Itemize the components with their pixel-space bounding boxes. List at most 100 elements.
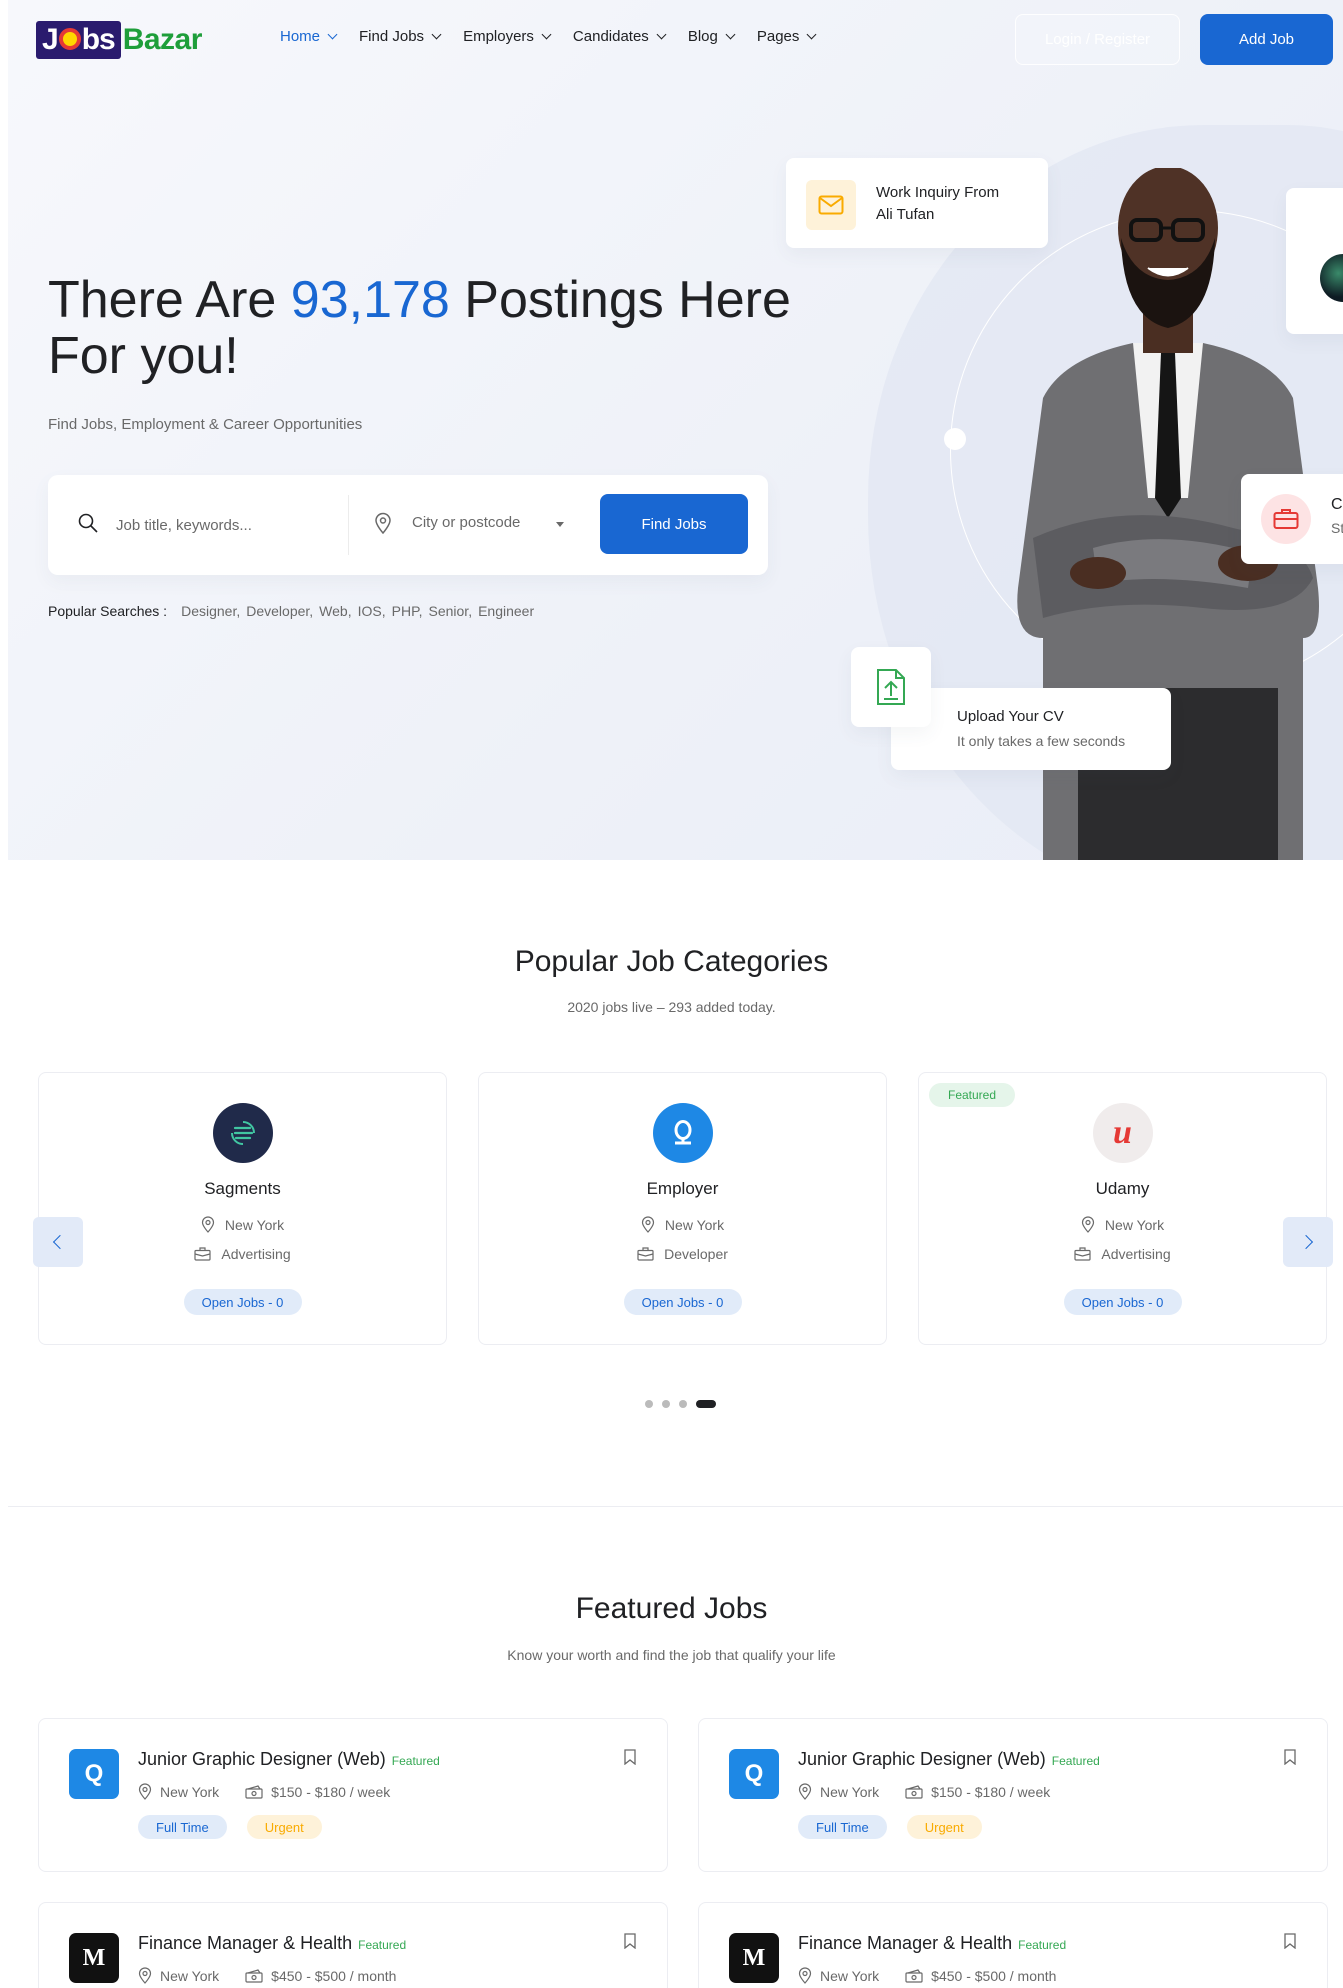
logo-o-icon	[58, 28, 81, 51]
job-location-text: New York	[160, 1783, 220, 1800]
job-title-text: Finance Manager & Health	[798, 1933, 1013, 1953]
upload-file-icon[interactable]	[851, 647, 931, 727]
site-logo[interactable]: Jbs Bazar	[36, 20, 202, 60]
map-pin-icon	[798, 1783, 812, 1800]
hero-section: Work Inquiry From Ali Tufan Cre Sta Uplo…	[8, 0, 1343, 860]
job-salary: $150 - $180 / week	[905, 1784, 1050, 1800]
job-location: New York	[798, 1967, 879, 1984]
job-location-text: New York	[820, 1783, 880, 1800]
map-pin-icon	[138, 1967, 152, 1984]
nav-find-jobs[interactable]: Find Jobs	[359, 28, 442, 45]
money-icon	[905, 1784, 923, 1799]
popular-tag-php[interactable]: PHP,	[392, 603, 423, 619]
location-select[interactable]: City or postcode	[412, 514, 520, 531]
nav-candidates[interactable]: Candidates	[573, 28, 667, 45]
map-pin-icon	[641, 1216, 655, 1233]
company-category: Advertising	[919, 1246, 1326, 1262]
featured-label: Featured	[1018, 1938, 1067, 1952]
carousel-next-button[interactable]	[1283, 1217, 1333, 1267]
job-salary: $150 - $180 / week	[245, 1784, 390, 1800]
nav-home[interactable]: Home	[280, 28, 338, 45]
company-logo: Q	[729, 1749, 779, 1799]
logo-letter-j: J	[42, 23, 59, 56]
money-icon	[245, 1968, 263, 1983]
company-logo: u	[1092, 1103, 1153, 1163]
job-meta: New York $450 - $500 / month	[798, 1967, 1082, 1984]
keywords-input[interactable]	[116, 505, 336, 545]
job-title[interactable]: Junior Graphic Designer (Web) Featured	[798, 1749, 1100, 1770]
carousel-dot[interactable]	[645, 1400, 653, 1408]
company-location-text: New York	[1104, 1216, 1165, 1233]
company-name: Udamy	[1095, 1179, 1150, 1198]
section-divider	[8, 1506, 1343, 1507]
job-title[interactable]: Finance Manager & Health Featured	[138, 1933, 406, 1954]
popular-tag-senior[interactable]: Senior,	[429, 603, 473, 619]
chevron-right-icon	[1298, 1234, 1314, 1250]
category-card[interactable]: Featured u Udamy New York Advertising Op…	[918, 1072, 1327, 1345]
map-pin-icon	[798, 1967, 812, 1984]
carousel-prev-button[interactable]	[33, 1217, 83, 1267]
main-nav: Home Find Jobs Employers Candidates Blog…	[280, 28, 838, 45]
category-card[interactable]: Employer New York Developer Open Jobs - …	[478, 1072, 887, 1345]
briefcase-icon	[1074, 1247, 1091, 1261]
chevron-down-icon	[431, 29, 442, 40]
job-location: New York	[798, 1783, 879, 1800]
company-logo: Q	[69, 1749, 119, 1799]
nav-blog-label: Blog	[687, 28, 718, 45]
logo-jobs-mark: Jbs	[36, 21, 121, 59]
job-title[interactable]: Finance Manager & Health Featured	[798, 1933, 1066, 1954]
company-logo: M	[729, 1933, 779, 1983]
nav-pages[interactable]: Pages	[756, 28, 817, 45]
popular-tag-engineer[interactable]: Engineer	[478, 603, 534, 619]
hero-title: There Are 93,178 Postings Here For you!	[48, 272, 808, 384]
nav-blog[interactable]: Blog	[687, 28, 736, 45]
urgent-badge: Urgent	[246, 1815, 322, 1839]
featured-label: Featured	[358, 1938, 407, 1952]
bookmark-icon[interactable]	[1283, 1749, 1297, 1765]
creative-card: Cre Sta	[1241, 474, 1343, 564]
carousel-dot[interactable]	[662, 1400, 670, 1408]
job-card[interactable]: Q Junior Graphic Designer (Web) Featured …	[38, 1718, 668, 1872]
carousel-dot-active[interactable]	[696, 1400, 716, 1408]
chevron-down-icon	[541, 29, 552, 40]
popular-tag-designer[interactable]: Designer,	[181, 603, 240, 619]
work-inquiry-text: Work Inquiry From Ali Tufan	[876, 182, 1036, 226]
add-job-button[interactable]: Add Job	[1200, 14, 1333, 65]
carousel-dot[interactable]	[679, 1400, 687, 1408]
open-jobs-badge[interactable]: Open Jobs - 0	[623, 1289, 742, 1315]
login-register-button[interactable]: Login / Register	[1015, 14, 1180, 65]
job-card[interactable]: M Finance Manager & Health Featured New Y…	[698, 1902, 1328, 1988]
job-meta: New York $150 - $180 / week	[798, 1783, 1076, 1800]
creative-card-subtitle: Sta	[1331, 520, 1343, 536]
hero-dot	[944, 428, 966, 450]
bookmark-icon[interactable]	[623, 1933, 637, 1949]
bookmark-icon[interactable]	[623, 1749, 637, 1765]
map-pin-icon	[1081, 1216, 1095, 1233]
open-jobs-badge[interactable]: Open Jobs - 0	[183, 1289, 302, 1315]
job-title[interactable]: Junior Graphic Designer (Web) Featured	[138, 1749, 440, 1770]
job-meta: New York $450 - $500 / month	[138, 1967, 422, 1984]
job-card[interactable]: Q Junior Graphic Designer (Web) Featured …	[698, 1718, 1328, 1872]
caret-down-icon[interactable]	[556, 522, 564, 527]
work-inquiry-card: Work Inquiry From Ali Tufan	[786, 158, 1048, 248]
popular-tag-developer[interactable]: Developer,	[246, 603, 313, 619]
urgent-badge: Urgent	[906, 1815, 982, 1839]
company-logo	[652, 1103, 713, 1163]
work-inquiry-line1: Work Inquiry From	[876, 184, 1000, 201]
map-pin-icon	[201, 1216, 215, 1233]
creative-card-title: Cre	[1331, 496, 1343, 513]
find-jobs-button[interactable]: Find Jobs	[600, 494, 748, 554]
open-jobs-badge[interactable]: Open Jobs - 0	[1063, 1289, 1182, 1315]
popular-tag-ios[interactable]: IOS,	[358, 603, 386, 619]
nav-employers[interactable]: Employers	[463, 28, 552, 45]
nav-pages-label: Pages	[756, 28, 800, 45]
company-location: New York	[479, 1216, 886, 1233]
chevron-left-icon	[52, 1234, 68, 1250]
job-title-text: Junior Graphic Designer (Web)	[798, 1749, 1046, 1769]
category-card[interactable]: Sagments New York Advertising Open Jobs …	[38, 1072, 447, 1345]
popular-tag-web[interactable]: Web,	[319, 603, 351, 619]
job-card[interactable]: M Finance Manager & Health Featured New Y…	[38, 1902, 668, 1988]
bookmark-icon[interactable]	[1283, 1933, 1297, 1949]
map-pin-icon	[138, 1783, 152, 1800]
upload-cv-card[interactable]: Upload Your CV It only takes a few secon…	[891, 688, 1171, 770]
